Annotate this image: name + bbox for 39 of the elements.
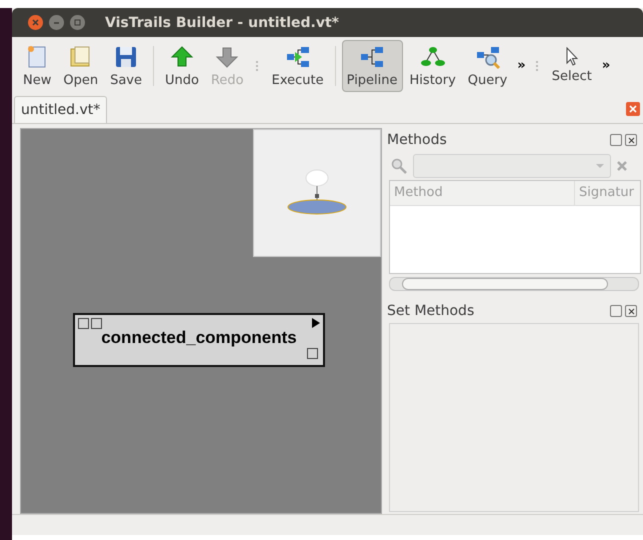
panel-title: Methods xyxy=(387,132,447,148)
close-tab-button[interactable] xyxy=(626,102,640,116)
close-button[interactable] xyxy=(28,15,43,30)
toolbar-button[interactable]: Query xyxy=(462,40,512,92)
output-port[interactable] xyxy=(307,348,318,359)
horizontal-scrollbar[interactable] xyxy=(389,277,639,292)
clear-icon[interactable] xyxy=(617,161,627,172)
search-icon xyxy=(391,158,407,174)
input-port[interactable] xyxy=(91,318,102,329)
float-icon[interactable] xyxy=(610,134,622,146)
play-triangle-icon xyxy=(312,318,320,328)
toolbar-button[interactable]: Pipeline xyxy=(342,40,403,92)
window-title: VisTrails Builder - untitled.vt* xyxy=(105,14,339,31)
close-icon xyxy=(32,19,39,26)
close-icon[interactable] xyxy=(625,305,637,318)
search-combo-field[interactable] xyxy=(413,154,611,178)
toolbar-button[interactable]: New xyxy=(18,40,56,92)
module-name: connected_components xyxy=(100,329,298,348)
float-icon[interactable] xyxy=(610,305,622,318)
minimize-button[interactable] xyxy=(49,15,64,30)
tab[interactable]: untitled.vt* xyxy=(14,96,108,124)
toolbar-button[interactable]: Select xyxy=(546,43,597,88)
minimize-icon xyxy=(53,22,60,24)
maximize-button[interactable] xyxy=(70,15,85,30)
pipeline-module[interactable]: connected_components xyxy=(73,313,325,368)
maximize-icon xyxy=(74,19,81,26)
panel-title: Set Methods xyxy=(387,303,474,320)
toolbar-button[interactable]: Execute xyxy=(266,40,329,92)
dropdown-caret-icon xyxy=(596,164,604,168)
close-icon xyxy=(629,105,637,114)
overflow-chevron[interactable]: » xyxy=(517,58,526,74)
close-icon[interactable] xyxy=(625,134,637,146)
toolbar-button[interactable]: Undo xyxy=(160,40,204,92)
toolbar-button[interactable]: Save xyxy=(105,40,148,92)
overflow-chevron[interactable]: » xyxy=(602,58,610,74)
toolbar-button[interactable]: History xyxy=(404,40,461,92)
cursor-icon xyxy=(566,47,578,66)
toolbar-button[interactable]: Open xyxy=(58,40,104,92)
input-port[interactable] xyxy=(78,318,89,329)
